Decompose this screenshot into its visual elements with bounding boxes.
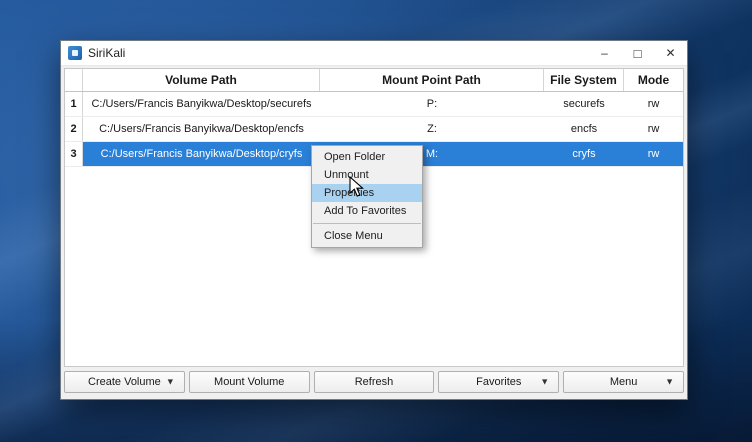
table-row-encfs[interactable]: 2 C:/Users/Francis Banyikwa/Desktop/encf… [65, 117, 683, 142]
desktop: SiriKali – □ ✕ Volume Path Mount Point P… [0, 0, 752, 442]
dropdown-arrow-icon: ▼ [166, 377, 175, 387]
mount-point-cell: Z: [320, 117, 544, 141]
row-number: 3 [65, 142, 83, 166]
file-system-cell: encfs [544, 117, 624, 141]
mode-cell: rw [624, 92, 683, 116]
mode-cell: rw [624, 142, 683, 166]
column-header-file-system[interactable]: File System [544, 69, 624, 91]
row-number: 2 [65, 117, 83, 141]
menu-item-close-menu[interactable]: Close Menu [312, 227, 422, 245]
file-system-cell: cryfs [544, 142, 624, 166]
file-system-cell: securefs [544, 92, 624, 116]
favorites-button[interactable]: Favorites ▼ [438, 371, 559, 393]
menu-separator [313, 223, 421, 224]
title-bar: SiriKali – □ ✕ [61, 41, 687, 66]
sirikali-window: SiriKali – □ ✕ Volume Path Mount Point P… [60, 40, 688, 400]
row-number: 1 [65, 92, 83, 116]
window-controls: – □ ✕ [588, 41, 687, 65]
context-menu: Open Folder Unmount Properties Add To Fa… [311, 145, 423, 248]
menu-item-open-folder[interactable]: Open Folder [312, 148, 422, 166]
refresh-label: Refresh [355, 376, 394, 388]
mount-point-cell: P: [320, 92, 544, 116]
menu-button[interactable]: Menu ▼ [563, 371, 684, 393]
column-header-volume-path[interactable]: Volume Path [83, 69, 320, 91]
close-button[interactable]: ✕ [654, 41, 687, 65]
menu-item-add-to-favorites[interactable]: Add To Favorites [312, 202, 422, 220]
favorites-label: Favorites [476, 376, 521, 388]
menu-label: Menu [610, 376, 638, 388]
maximize-button[interactable]: □ [621, 41, 654, 65]
column-header-mount-point-path[interactable]: Mount Point Path [320, 69, 544, 91]
table-corner [65, 69, 83, 91]
mode-cell: rw [624, 117, 683, 141]
dropdown-arrow-icon: ▼ [665, 377, 674, 387]
mount-volume-label: Mount Volume [214, 376, 284, 388]
table-row-securefs[interactable]: 1 C:/Users/Francis Banyikwa/Desktop/secu… [65, 92, 683, 117]
column-header-mode[interactable]: Mode [624, 69, 683, 91]
volume-path-cell: C:/Users/Francis Banyikwa/Desktop/encfs [83, 117, 320, 141]
toolbar: Create Volume ▼ Mount Volume Refresh Fav… [64, 371, 684, 393]
create-volume-label: Create Volume [88, 376, 161, 388]
table-header: Volume Path Mount Point Path File System… [65, 69, 683, 92]
volume-path-cell: C:/Users/Francis Banyikwa/Desktop/secure… [83, 92, 320, 116]
window-title: SiriKali [88, 46, 588, 60]
volume-path-cell: C:/Users/Francis Banyikwa/Desktop/cryfs [83, 142, 320, 166]
mount-volume-button[interactable]: Mount Volume [189, 371, 310, 393]
menu-item-unmount[interactable]: Unmount [312, 166, 422, 184]
dropdown-arrow-icon: ▼ [540, 377, 549, 387]
app-icon [68, 46, 82, 60]
minimize-button[interactable]: – [588, 41, 621, 65]
menu-item-properties[interactable]: Properties [312, 184, 422, 202]
create-volume-button[interactable]: Create Volume ▼ [64, 371, 185, 393]
refresh-button[interactable]: Refresh [314, 371, 435, 393]
